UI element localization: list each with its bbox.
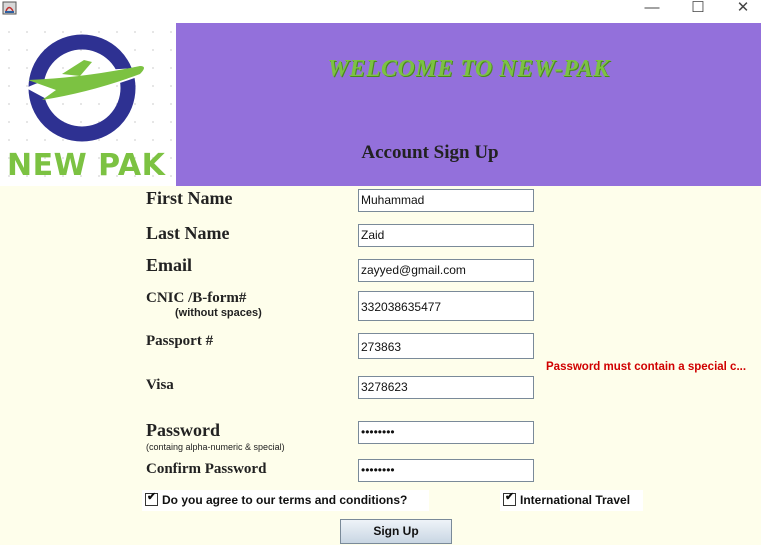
password-field[interactable]: •••••••• [358,421,534,444]
checkmark-icon: ✔ [505,491,515,504]
email-label: Email [146,255,193,275]
logo-text: NEW PAK [7,148,166,183]
cnic-label: CNIC /B-form# [146,290,247,306]
confirm-password-label: Confirm Password [146,461,267,477]
minimize-button[interactable]: — [629,0,675,20]
confirm-password-field[interactable]: •••••••• [358,459,534,482]
page-title: Account Sign Up [361,142,499,163]
passport-label: Passport # [146,333,214,349]
welcome-heading: WELCOME TO NEW-PAK [327,56,610,82]
java-app-icon [2,1,17,15]
title-bar: — ☐ ✕ [0,0,761,23]
international-travel-row[interactable]: ✔ International Travel [500,490,643,511]
cnic-hint: (without spaces) [175,307,262,319]
maximize-button[interactable]: ☐ [675,0,721,20]
international-travel-label: International Travel [520,493,631,507]
first-name-label: First Name [146,188,233,208]
terms-checkbox-row[interactable]: ✔ Do you agree to our terms and condition… [142,490,429,511]
international-travel-checkbox[interactable]: ✔ [503,491,516,507]
terms-checkbox[interactable]: ✔ [145,491,158,507]
passport-field[interactable]: 273863 [358,333,534,359]
sign-up-button[interactable]: Sign Up [340,519,452,544]
terms-checkbox-label: Do you agree to our terms and conditions… [162,493,408,507]
cnic-field[interactable]: 332038635477 [358,291,534,321]
password-error-message: Password must contain a special c... [546,361,747,373]
password-label: Password [146,420,221,440]
visa-field[interactable]: 3278623 [358,376,534,399]
checkmark-icon: ✔ [147,491,157,504]
new-pak-logo-icon [26,34,145,142]
last-name-label: Last Name [146,223,230,243]
email-field[interactable]: zayyed@gmail.com [358,259,534,282]
first-name-field[interactable]: Muhammad [358,189,534,212]
header-banner: WELCOME TO NEW-PAK Account Sign Up [176,23,761,186]
last-name-field[interactable]: Zaid [358,224,534,247]
close-button[interactable]: ✕ [720,0,761,20]
visa-label: Visa [146,377,174,393]
logo-panel: NEW PAK [0,23,176,186]
password-hint: (containg alpha-numeric & special) [146,442,285,452]
